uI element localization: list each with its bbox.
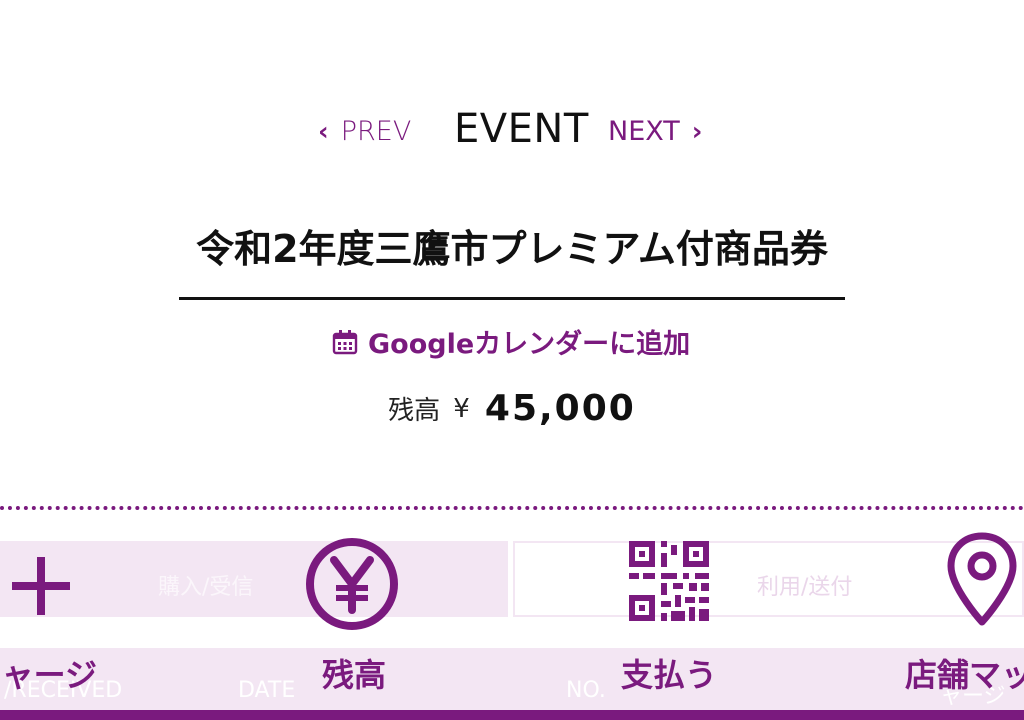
store-map-label: 店舗マップ: [905, 656, 1024, 694]
yen-coin-icon: [306, 538, 398, 630]
bottom-bar: [0, 710, 1024, 720]
history-header: [0, 648, 1024, 710]
chevron-left-icon: ‹: [318, 116, 329, 147]
balance-label: 残高: [388, 396, 441, 426]
event-nav: ‹ PREV EVENT NEXT ›: [0, 104, 1024, 154]
calendar-icon: [332, 329, 358, 354]
header-date: DATE: [238, 678, 296, 703]
tab-purchase-received-label: 購入/受信: [158, 575, 254, 600]
pay-label: 支払う: [621, 656, 718, 694]
plus-icon: [12, 557, 70, 615]
chevron-right-icon: ›: [691, 116, 703, 147]
tab-purchase-received[interactable]: [0, 541, 508, 617]
next-button[interactable]: NEXT ›: [608, 116, 703, 147]
pay-button[interactable]: [629, 541, 709, 625]
balance-button[interactable]: [304, 536, 400, 636]
map-pin-icon: [947, 532, 1017, 626]
qr-code-icon: [629, 541, 709, 621]
charge-label: チャージ: [0, 656, 98, 694]
next-label: NEXT: [608, 116, 680, 147]
prev-button[interactable]: ‹ PREV: [318, 116, 411, 147]
store-map-button[interactable]: [947, 532, 1017, 632]
event-title: 令和2年度三鷹市プレミアム付商品券: [196, 227, 828, 271]
prev-label: PREV: [340, 116, 412, 147]
balance-amount: 45,000: [484, 388, 636, 429]
charge-button[interactable]: [8, 557, 74, 619]
currency-symbol: ¥: [453, 393, 470, 424]
tab-use-send-label: 利用/送付: [757, 575, 853, 600]
header-no: NO.: [566, 678, 606, 703]
add-to-google-calendar-link[interactable]: Googleカレンダーに追加: [332, 322, 690, 361]
nav-title: EVENT: [454, 106, 589, 152]
balance-display: 残高 ¥ 45,000: [0, 388, 1024, 429]
dotted-divider: [0, 506, 1024, 510]
balance-tool-label: 残高: [322, 656, 387, 694]
title-divider: [179, 297, 845, 300]
calendar-link-label: Googleカレンダーに追加: [368, 329, 691, 360]
